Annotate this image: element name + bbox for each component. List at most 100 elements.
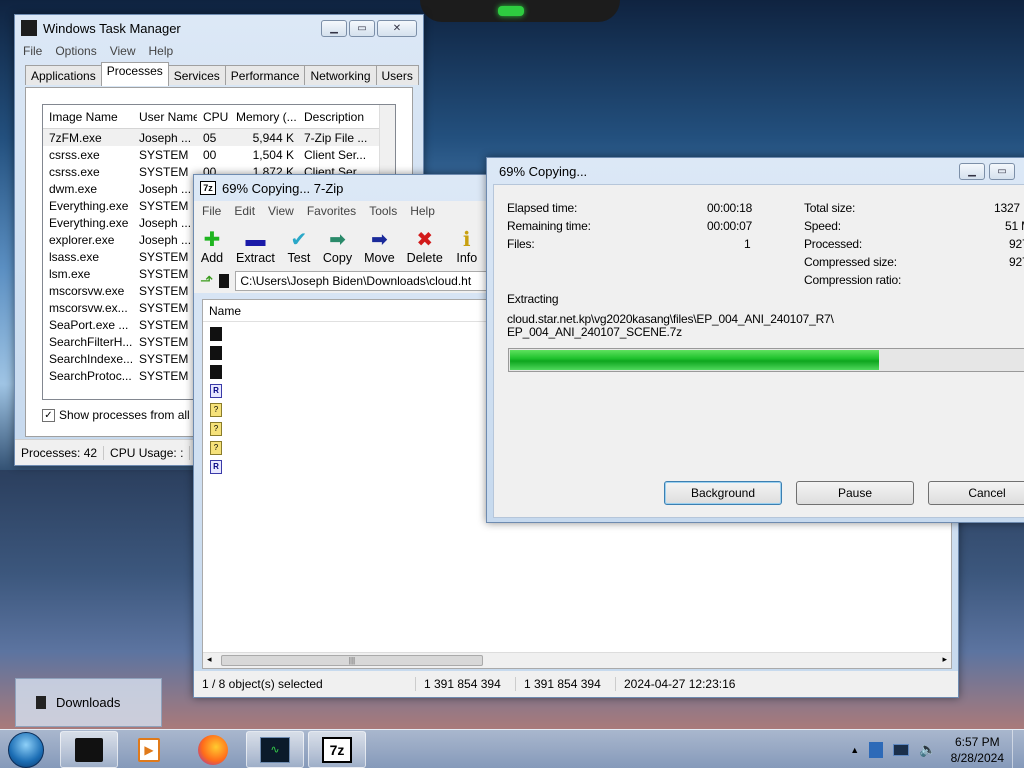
files-value: 1 [744,237,751,251]
tab-users[interactable]: Users [375,65,419,85]
info-button[interactable]: ℹ Info [455,229,479,265]
copy-button[interactable]: ➡ Copy [323,229,352,265]
tab-performance[interactable]: Performance [224,65,306,85]
downloads-label: Downloads [56,695,121,710]
taskbar-firefox[interactable] [184,731,242,768]
unknown-file-icon[interactable]: ? [210,403,222,417]
device-icon[interactable] [869,741,884,758]
archive-file-icon[interactable] [210,365,222,379]
compressed-size-label: Compressed size: [804,255,897,269]
cell-image-name: SearchIndexe... [49,351,133,366]
unknown-file-icon[interactable]: ? [210,422,222,436]
menu-file[interactable]: File [198,204,230,218]
compression-ratio-label: Compression ratio: [804,273,902,287]
start-button[interactable] [4,730,48,768]
file-path-line1: cloud.star.net.kp\vg2020kasang\files\EP_… [507,312,834,326]
scroll-right-icon[interactable]: ▸ [942,654,947,665]
menu-edit[interactable]: Edit [230,204,264,218]
scroll-thumb[interactable]: ||| [221,655,483,666]
taskbar: ▶ ∿ 7z ▲ 🔈 6:57 PM 8/28/2024 [0,729,1024,768]
menu-tools[interactable]: Tools [365,204,406,218]
delete-button[interactable]: ✖ Delete [407,229,443,265]
move-button[interactable]: ➡ Move [364,229,395,265]
show-all-checkbox[interactable]: ✓ [42,408,55,422]
table-row[interactable]: csrss.exe SYSTEM 00 1,504 K Client Ser... [43,146,395,163]
column-description[interactable]: Description [298,110,378,124]
menu-favorites[interactable]: Favorites [303,204,365,218]
archive-icon [219,274,230,288]
taskbar-explorer[interactable] [60,731,118,768]
scroll-left-icon[interactable]: ◂ [207,654,212,665]
rar-file-icon[interactable]: R [210,384,222,398]
menu-help[interactable]: Help [145,44,183,58]
archive-file-icon[interactable] [210,346,222,360]
show-hidden-icons-icon[interactable]: ▲ [850,745,859,755]
extract-label: Extract [236,251,275,265]
maximize-button[interactable]: ▭ [349,19,375,37]
pause-button[interactable]: Pause [796,481,914,505]
compressed-size-value: 927 [1009,255,1024,269]
menu-options[interactable]: Options [51,44,105,58]
extract-button[interactable]: ▬ Extract [236,229,275,265]
cell-user-name: Joseph ... [139,130,192,145]
cell-cpu: 00 [203,147,217,162]
progress-titlebar[interactable]: 69% Copying... ▁ ▭ [487,158,1024,184]
cell-user-name: SYSTEM [139,147,189,162]
cell-user-name: SYSTEM [139,300,189,315]
taskbar-7zip[interactable]: 7z [308,731,366,768]
remaining-label: Remaining time: [507,219,591,233]
table-row[interactable]: 7zFM.exe Joseph ... 05 5,944 K 7-Zip File ..… [43,129,395,146]
menu-view[interactable]: View [106,44,145,58]
task-manager-icon [21,20,37,36]
cell-image-name: csrss.exe [49,164,100,179]
tab-services[interactable]: Services [167,65,226,85]
tab-networking[interactable]: Networking [304,65,377,85]
cell-user-name: SYSTEM [139,317,189,332]
cancel-button[interactable]: Cancel [928,481,1024,505]
add-button[interactable]: ✚ Add [200,229,224,265]
menu-file[interactable]: File [19,44,51,58]
horizontal-scrollbar[interactable]: ◂ ||| ▸ [203,652,951,668]
minimize-button[interactable]: ▁ [959,162,985,180]
check-icon: ✔ [290,229,308,251]
tab-applications[interactable]: Applications [25,65,102,85]
up-folder-icon[interactable]: ⬏ [200,271,213,291]
test-button[interactable]: ✔ Test [287,229,311,265]
network-icon[interactable] [893,743,910,756]
taskbar-media-player[interactable]: ▶ [120,731,178,768]
column-user-name[interactable]: User Name [133,110,197,124]
cell-image-name: SearchFilterH... [49,334,133,349]
cell-memory: 5,944 K [252,130,294,145]
volume-icon[interactable]: 🔈 [919,741,936,758]
archive-file-icon[interactable] [210,327,222,341]
cell-image-name: mscorsvw.exe [49,283,125,298]
speed-label: Speed: [804,219,841,233]
task-manager-titlebar[interactable]: Windows Task Manager ▁ ▭ ✕ [15,15,423,41]
show-desktop-button[interactable] [1012,730,1024,768]
rar-file-icon[interactable]: R [210,460,222,474]
unknown-file-icon[interactable]: ? [210,441,222,455]
menu-view[interactable]: View [264,204,303,218]
maximize-button[interactable]: ▭ [989,162,1015,180]
status-packed-size: 1 391 854 394 [516,677,616,691]
show-all-processes-option[interactable]: ✓ Show processes from all use [42,408,212,422]
minimize-button[interactable]: ▁ [321,19,347,37]
tab-processes[interactable]: Processes [100,62,169,86]
progress-body: Elapsed time: 00:00:18 Remaining time: 0… [493,184,1024,518]
task-manager-icon: ∿ [260,736,290,763]
background-button[interactable]: Background [664,481,782,505]
delete-label: Delete [406,251,443,265]
total-size-value: 1327 [994,201,1020,215]
clock[interactable]: 6:57 PM 8/28/2024 [943,734,1012,766]
column-image-name[interactable]: Image Name [43,110,133,124]
downloads-thumbnail[interactable]: Downloads [15,678,162,727]
column-memory[interactable]: Memory (... [230,110,298,124]
close-button[interactable]: ✕ [377,19,417,37]
column-cpu[interactable]: CPU [197,110,230,124]
cell-user-name: SYSTEM [139,266,189,281]
cell-image-name: explorer.exe [49,232,115,247]
taskbar-task-manager[interactable]: ∿ [246,731,304,768]
info-icon: ℹ [463,229,471,251]
menu-help[interactable]: Help [406,204,444,218]
move-label: Move [364,251,395,265]
